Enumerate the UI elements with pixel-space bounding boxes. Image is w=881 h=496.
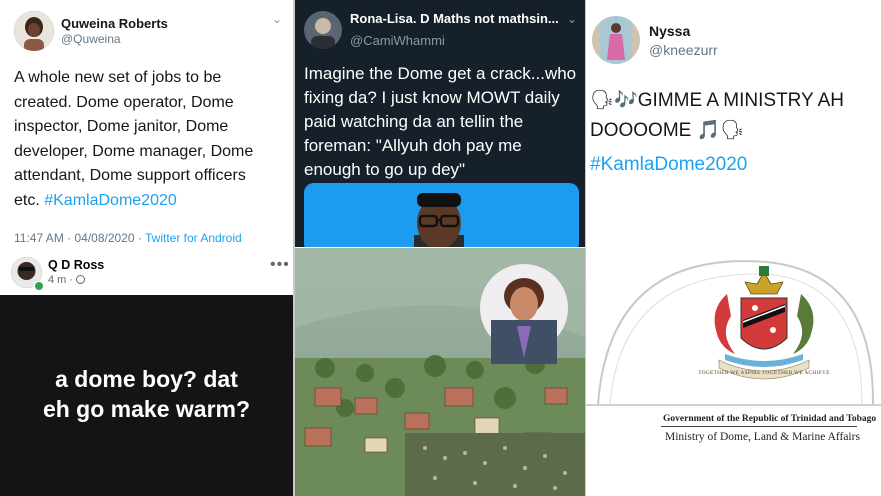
coat-of-arms-icon	[714, 266, 814, 380]
collage-divider	[585, 0, 586, 496]
post-text: a dome boy? dat eh go make warm?	[0, 364, 293, 424]
author-handle[interactable]: @Quweina	[61, 32, 121, 46]
dome-meme-image	[295, 248, 586, 496]
collage-divider	[293, 0, 295, 496]
tweet-nyssa: Nyssa @kneezurr 🗣🎶GIMME A MINISTRY AH DO…	[586, 0, 881, 260]
seal-motto: TOGETHER WE ASPIRE TOGETHER WE ACHIEVE	[698, 370, 830, 376]
politician-portrait	[480, 264, 568, 364]
ministry-letterhead: TOGETHER WE ASPIRE TOGETHER WE ACHIEVE G…	[586, 260, 881, 496]
hashtag-link[interactable]: #KamlaDome2020	[590, 154, 747, 176]
media-image[interactable]	[304, 183, 579, 247]
globe-icon	[76, 275, 86, 284]
tweet-body-line-2: DOOOOME 🎵🗣	[590, 120, 745, 141]
chevron-down-icon[interactable]: ⌄	[567, 12, 577, 26]
tweet-body: A whole new set of jobs to be created. D…	[14, 69, 254, 209]
author-name[interactable]: Q D Ross	[48, 258, 104, 272]
tweet-meta: 11:47 AM · 04/08/2020 · Twitter for Andr…	[14, 231, 242, 245]
tweet-quweina: Quweina Roberts @Quweina ⌄ A whole new s…	[0, 0, 293, 250]
author-name[interactable]: Quweina Roberts	[61, 16, 168, 31]
post-text-line-2: eh go make warm?	[42, 396, 251, 422]
cartoon-town-illustration	[295, 248, 586, 496]
post-time: 4 m ·	[48, 274, 86, 286]
source-link[interactable]: Twitter for Android	[145, 231, 242, 245]
post-text-line-1: a dome boy? dat	[55, 366, 238, 392]
government-line: Government of the Republic of Trinidad a…	[663, 414, 877, 424]
ministry-line: Ministry of Dome, Land & Marine Affairs	[665, 431, 860, 443]
divider-rule	[661, 426, 857, 427]
author-name[interactable]: Rona-Lisa. D Maths not mathsin...	[350, 11, 559, 26]
hashtag-link[interactable]: #KamlaDome2020	[44, 192, 177, 209]
post-timestamp: 4 m ·	[48, 274, 77, 286]
tweet-camiwhammi: Rona-Lisa. D Maths not mathsin... @CamiW…	[295, 0, 586, 247]
avatar[interactable]	[592, 16, 640, 64]
chevron-down-icon[interactable]: ⌄	[272, 12, 282, 26]
avatar[interactable]	[14, 11, 54, 51]
author-handle[interactable]: @CamiWhammi	[350, 33, 445, 48]
author-name[interactable]: Nyssa	[649, 23, 690, 39]
tweet-body-line-1: 🗣🎶GIMME A MINISTRY AH	[590, 90, 845, 111]
online-status-dot	[34, 281, 44, 291]
timestamp: 11:47 AM · 04/08/2020 ·	[14, 231, 145, 245]
tweet-text: A whole new set of jobs to be created. D…	[14, 66, 274, 213]
facebook-post: Q D Ross 4 m · ••• a dome boy? dat eh go…	[0, 250, 293, 496]
more-options-icon[interactable]: •••	[270, 256, 290, 274]
tweet-body: Imagine the Dome get a crack...who fixin…	[304, 64, 577, 179]
author-handle[interactable]: @kneezurr	[649, 42, 718, 58]
avatar[interactable]	[304, 11, 342, 49]
